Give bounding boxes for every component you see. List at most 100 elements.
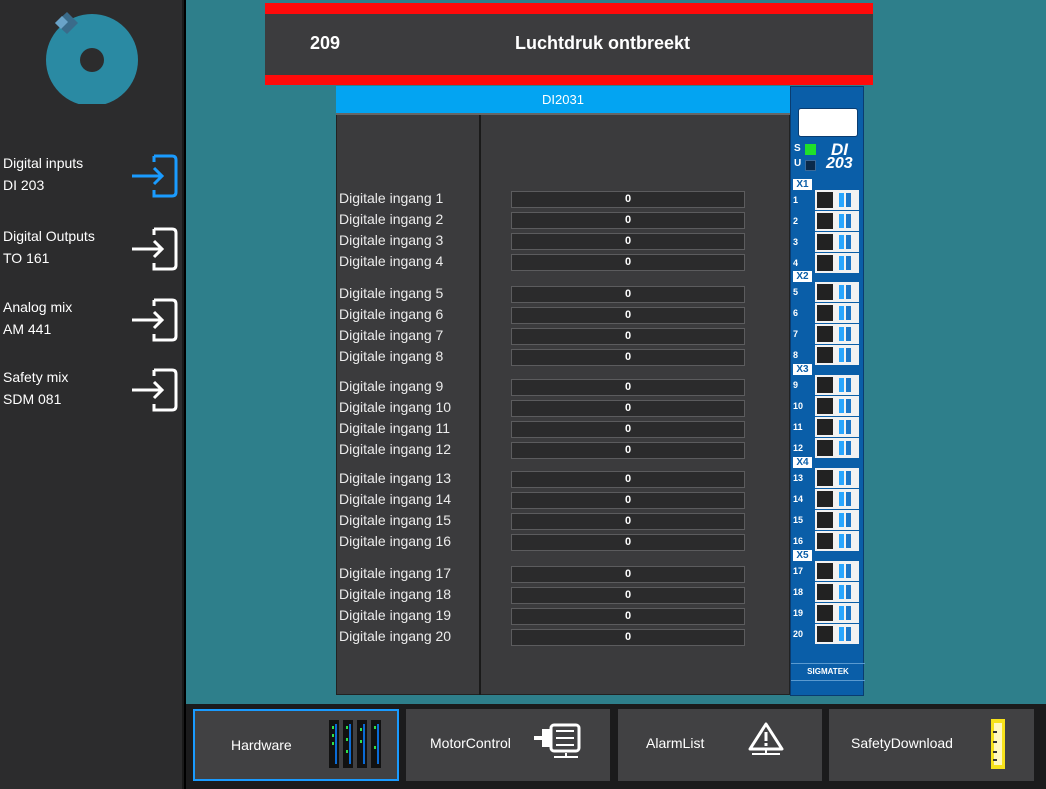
panel-divider (479, 115, 481, 695)
alarm-stripe-bottom (265, 75, 873, 85)
sidebar-item-digital-outputs[interactable]: Digital Outputs TO 161 (0, 225, 184, 285)
terminal-led (846, 534, 851, 548)
input-label: Digitale ingang 19 (339, 607, 452, 623)
terminal-led (839, 348, 844, 362)
logo-icon (46, 12, 138, 104)
pin-number: 9 (793, 380, 799, 390)
panel-title: DI2031 (336, 86, 790, 113)
tab-alarmlist[interactable]: AlarmList (618, 709, 822, 781)
input-label: Digitale ingang 15 (339, 512, 452, 528)
input-value: 0 (511, 442, 745, 459)
input-label: Digitale ingang 6 (339, 306, 444, 322)
connector-label: X3 (793, 364, 812, 375)
input-label: Digitale ingang 16 (339, 533, 452, 549)
connector-label: X5 (793, 550, 812, 561)
terminal-led (839, 327, 844, 341)
terminal-led (839, 534, 844, 548)
pin-number: 8 (793, 350, 799, 360)
terminal-clamp (817, 419, 833, 435)
pin-number: 4 (793, 258, 799, 268)
terminal-clamp (817, 563, 833, 579)
input-label: Digitale ingang 10 (339, 399, 452, 415)
terminal-clamp (817, 192, 833, 208)
motor-icon (534, 723, 581, 758)
pin-number: 20 (793, 629, 804, 639)
terminal-slot (815, 253, 859, 273)
pin-number: 16 (793, 536, 804, 546)
terminal-led (846, 564, 851, 578)
module-display (798, 108, 858, 137)
enter-icon (132, 368, 178, 412)
terminal-clamp (817, 284, 833, 300)
input-value: 0 (511, 587, 745, 604)
terminal-led (839, 235, 844, 249)
pin-number: 13 (793, 473, 804, 483)
terminal-led (839, 306, 844, 320)
alarm-banner[interactable]: 209 Luchtdruk ontbreekt (265, 3, 873, 85)
terminal-led (839, 256, 844, 270)
input-label: Digitale ingang 8 (339, 348, 444, 364)
terminal-clamp (817, 512, 833, 528)
pin-number: 14 (793, 494, 804, 504)
terminal-led (839, 399, 844, 413)
terminal-led (846, 193, 851, 207)
sidebar-item-safety-mix[interactable]: Safety mix SDM 081 (0, 366, 184, 426)
terminal-led (846, 214, 851, 228)
pin-number: 5 (793, 287, 799, 297)
pin-number: 2 (793, 216, 799, 226)
input-value: 0 (511, 328, 745, 345)
sidebar-item-label: Safety mix (3, 369, 69, 385)
terminal-slot (815, 468, 859, 488)
sidebar-item-sublabel: AM 441 (3, 321, 52, 337)
input-value: 0 (511, 566, 745, 583)
connector-label: X4 (793, 457, 812, 468)
input-label: Digitale ingang 9 (339, 378, 444, 394)
terminal-led (839, 513, 844, 527)
tab-hardware[interactable]: Hardware (193, 709, 399, 781)
input-value: 0 (511, 286, 745, 303)
sidebar-item-label: Digital inputs (3, 155, 84, 171)
status-u-led (805, 160, 816, 171)
terminal-led (846, 256, 851, 270)
enter-icon (132, 298, 178, 342)
terminal-led (839, 627, 844, 641)
input-label: Digitale ingang 11 (339, 420, 451, 436)
terminal-led (839, 441, 844, 455)
terminal-led (846, 471, 851, 485)
terminal-slot (815, 417, 859, 437)
pin-number: 19 (793, 608, 804, 618)
terminal-slot (815, 396, 859, 416)
tab-motorcontrol[interactable]: MotorControl (406, 709, 610, 781)
sidebar-item-sublabel: TO 161 (3, 250, 50, 266)
alarm-code: 209 (310, 33, 341, 53)
sidebar-item-analog-mix[interactable]: Analog mix AM 441 (0, 296, 184, 356)
terminal-led (846, 285, 851, 299)
di203-module: S U DI 203 X1 1 2 3 4 X2 5 6 7 8 X3 9 10 11 12 X4 13 14 15… (790, 86, 865, 696)
input-label: Digitale ingang 3 (339, 232, 444, 248)
tab-label: AlarmList (646, 735, 705, 751)
connector-label: X2 (793, 271, 812, 282)
terminal-led (846, 513, 851, 527)
sidebar-item-label: Digital Outputs (3, 228, 95, 244)
terminal-led (846, 327, 851, 341)
terminal-clamp (817, 377, 833, 393)
pin-number: 3 (793, 237, 799, 247)
input-value: 0 (511, 212, 745, 229)
terminal-slot (815, 375, 859, 395)
terminal-clamp (817, 440, 833, 456)
status-s-led (805, 144, 816, 155)
terminal-led (846, 348, 851, 362)
terminal-slot (815, 489, 859, 509)
input-value: 0 (511, 233, 745, 250)
terminal-slot (815, 282, 859, 302)
terminal-clamp (817, 605, 833, 621)
terminal-slot (815, 531, 859, 551)
input-label: Digitale ingang 14 (339, 491, 452, 507)
terminal-clamp (817, 305, 833, 321)
terminal-led (839, 285, 844, 299)
sidebar-item-digital-inputs[interactable]: Digital inputs DI 203 (0, 152, 184, 212)
input-value: 0 (511, 471, 745, 488)
tab-safetydownload[interactable]: SafetyDownload (829, 709, 1034, 781)
connector-label: X1 (793, 179, 812, 190)
alarm-warning-icon (748, 722, 784, 755)
